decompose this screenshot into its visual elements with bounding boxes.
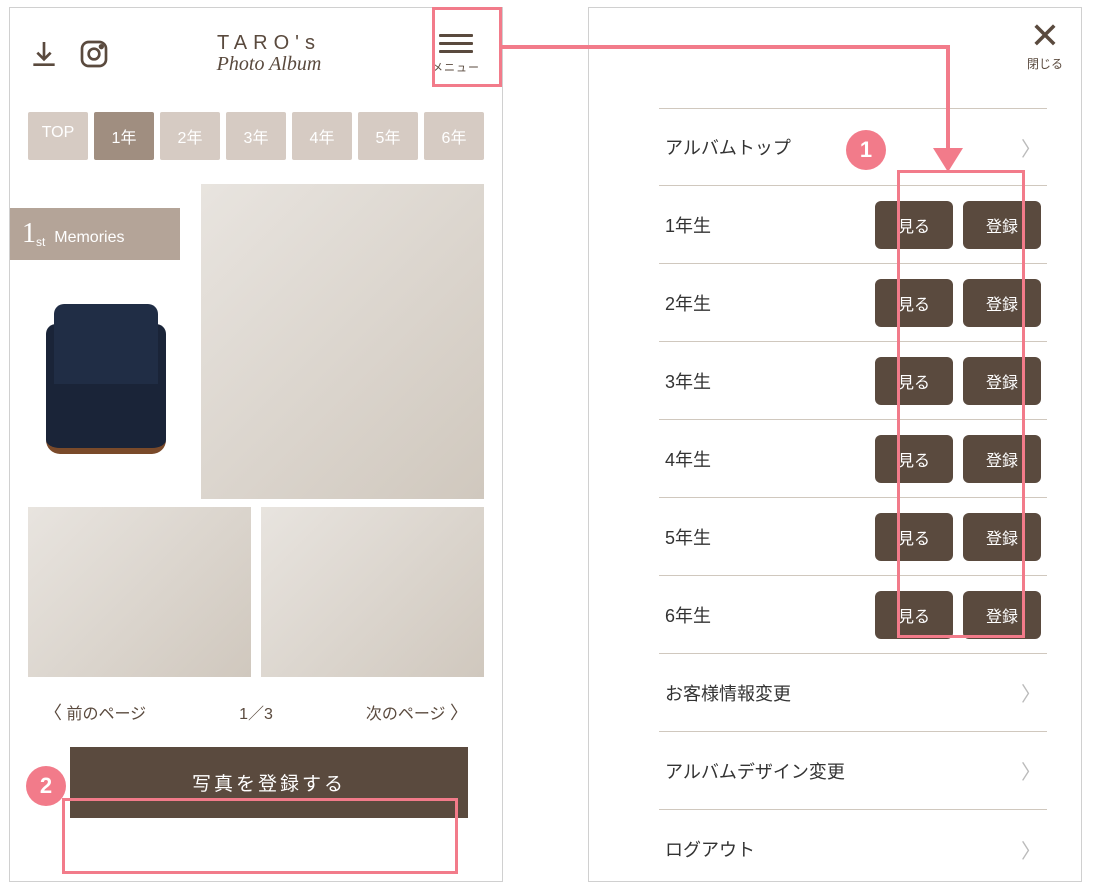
grade-label: 5年生 [665, 524, 875, 550]
chevron-right-icon: 〉 [1021, 678, 1041, 707]
year-tabs: TOP 1年 2年 3年 4年 5年 6年 [10, 94, 502, 166]
photo-gallery: 1st Memories [10, 166, 502, 677]
menu-logout[interactable]: ログアウト 〉 [659, 810, 1047, 888]
close-label: 閉じる [1027, 55, 1063, 72]
memories-banner: 1st Memories [10, 208, 180, 260]
page-indicator: 1／3 [239, 700, 273, 724]
instagram-icon[interactable] [78, 38, 110, 70]
memories-number: 1 [22, 218, 36, 249]
download-icon[interactable] [28, 38, 60, 70]
menu-design-change[interactable]: アルバムデザイン変更 〉 [659, 732, 1047, 810]
menu-item-label: アルバムデザイン変更 [665, 758, 1021, 784]
grade-label: 2年生 [665, 290, 875, 316]
album-title: TARO's Photo Album [110, 32, 428, 76]
next-page[interactable]: 次のページ 〉 [366, 699, 468, 725]
tab-year-2[interactable]: 2年 [160, 112, 220, 160]
owner-name: TARO's [110, 32, 428, 55]
callout-badge-1: 1 [846, 130, 886, 170]
grade-label: 6年生 [665, 602, 875, 628]
menu-item-label: お客様情報変更 [665, 680, 1021, 706]
pager: 〈 前のページ 1／3 次のページ 〉 [10, 677, 502, 747]
close-icon: ✕ [1027, 22, 1063, 51]
chevron-right-icon: 〉 [1021, 756, 1041, 785]
tab-year-4[interactable]: 4年 [292, 112, 352, 160]
callout-box-register-column [897, 170, 1025, 638]
tab-year-5[interactable]: 5年 [358, 112, 418, 160]
menu-item-label: アルバムトップ [665, 134, 1021, 160]
annotation-arrow [946, 45, 950, 155]
child-photo-thumb-1[interactable] [28, 507, 251, 677]
chevron-right-icon: 〉 [1021, 133, 1041, 162]
tab-top[interactable]: TOP [28, 112, 88, 160]
chevron-right-icon: 〉 [450, 703, 468, 723]
child-photo-main[interactable] [201, 184, 484, 499]
header: TARO's Photo Album メニュー [10, 8, 502, 94]
callout-badge-2: 2 [26, 766, 66, 806]
callout-box-register-button [62, 798, 458, 874]
grade-label: 4年生 [665, 446, 875, 472]
callout-box-menu [432, 7, 502, 87]
chevron-right-icon: 〉 [1021, 835, 1041, 864]
memories-label: Memories [54, 229, 124, 246]
grade-label: 3年生 [665, 368, 875, 394]
child-photo-thumb-2[interactable] [261, 507, 484, 677]
grade-label: 1年生 [665, 212, 875, 238]
annotation-arrow [500, 45, 950, 49]
menu-item-label: ログアウト [665, 836, 1021, 862]
memories-suffix: st [36, 235, 45, 249]
menu-customer-info[interactable]: お客様情報変更 〉 [659, 654, 1047, 732]
album-screen: TARO's Photo Album メニュー TOP 1年 2年 3年 4年 … [9, 7, 503, 882]
prev-page[interactable]: 〈 前のページ [44, 699, 146, 725]
bag-photo[interactable] [28, 304, 183, 494]
tab-year-1[interactable]: 1年 [94, 112, 154, 160]
tab-year-6[interactable]: 6年 [424, 112, 484, 160]
arrow-down-icon [933, 148, 963, 172]
prev-label: 前のページ [66, 706, 146, 723]
chevron-left-icon: 〈 [44, 703, 62, 723]
album-subtitle: Photo Album [110, 53, 428, 76]
next-label: 次のページ [366, 706, 446, 723]
tab-year-3[interactable]: 3年 [226, 112, 286, 160]
close-button[interactable]: ✕ 閉じる [1027, 22, 1063, 72]
